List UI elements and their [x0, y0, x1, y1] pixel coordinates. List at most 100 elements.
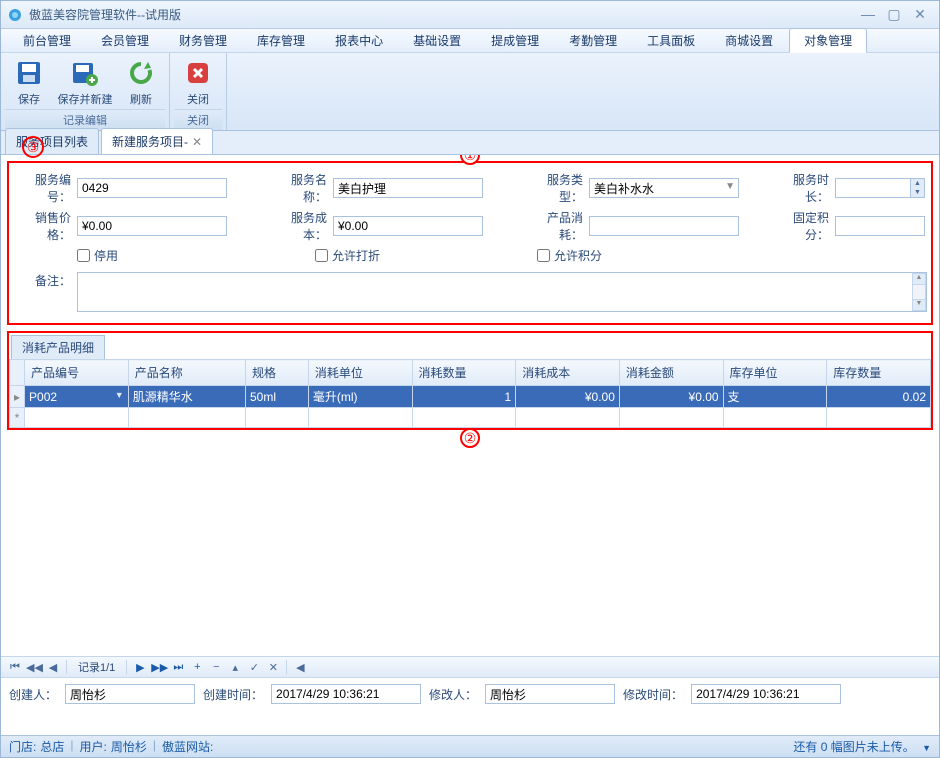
cell-consume-amount[interactable]: ¥0.00 [619, 386, 723, 408]
menu-member[interactable]: 会员管理 [87, 29, 163, 52]
ribbon-toolbar: 保存 保存并新建 刷新 记录编辑 关闭 关闭 [1, 53, 939, 131]
grid-new-row[interactable]: * [10, 408, 931, 428]
remarks-scrollbar[interactable]: ▲ ▼ [912, 273, 926, 311]
label-price: 销售价格： [13, 209, 71, 243]
creator-field[interactable] [65, 684, 195, 704]
col-consume-qty[interactable]: 消耗数量 [412, 360, 516, 386]
save-and-new-button[interactable]: 保存并新建 [55, 55, 115, 109]
duration-spinner[interactable]: ▲▼ [910, 179, 924, 197]
ribbon-group-edit-label: 记录编辑 [5, 109, 165, 130]
consume-input[interactable] [589, 216, 739, 236]
points-input[interactable] [835, 216, 925, 236]
record-meta-row: 创建人： 创建时间： 修改人： 修改时间： [1, 678, 939, 710]
close-window-button[interactable]: ✕ [907, 6, 933, 24]
menu-inventory[interactable]: 库存管理 [243, 29, 319, 52]
menu-tools[interactable]: 工具面板 [633, 29, 709, 52]
col-consume-cost[interactable]: 消耗成本 [516, 360, 620, 386]
menu-finance[interactable]: 财务管理 [165, 29, 241, 52]
cell-stock-unit[interactable]: 支 [723, 386, 827, 408]
cell-consume-unit[interactable]: 毫升(ml) [308, 386, 412, 408]
content-area: ① 服务编号： 服务名称： 服务类型： ▼ 服务时长： ▲▼ [1, 155, 939, 735]
nav-delete-button[interactable]: − [208, 661, 224, 673]
allow-points-checkbox[interactable] [537, 249, 550, 262]
ribbon-group-close-label: 关闭 [174, 109, 222, 130]
modified-time-field[interactable] [691, 684, 841, 704]
label-creator: 创建人： [9, 686, 57, 703]
col-spec[interactable]: 规格 [245, 360, 308, 386]
col-consume-unit[interactable]: 消耗单位 [308, 360, 412, 386]
tab-new-service[interactable]: 新建服务项目-✕ [101, 128, 213, 154]
cell-dropdown-icon[interactable]: ▼ [115, 390, 124, 400]
document-tabs: 服务项目列表 新建服务项目-✕ [1, 131, 939, 155]
col-product-code[interactable]: 产品编号 [25, 360, 129, 386]
label-modified-time: 修改时间： [623, 686, 683, 703]
col-stock-qty[interactable]: 库存数量 [827, 360, 931, 386]
record-position: 记录1/1 [72, 659, 121, 675]
remarks-textarea[interactable] [77, 272, 927, 312]
tab-close-icon[interactable]: ✕ [192, 135, 202, 149]
menu-mall[interactable]: 商城设置 [711, 29, 787, 52]
maximize-button[interactable]: ▢ [881, 6, 907, 24]
nav-scroll-left-button[interactable]: ◀ [292, 661, 308, 674]
nav-edit-button[interactable]: ▴ [227, 661, 243, 674]
app-logo-icon [7, 7, 23, 23]
menu-commission[interactable]: 提成管理 [477, 29, 553, 52]
label-created-time: 创建时间： [203, 686, 263, 703]
label-allow-points: 允许积分 [554, 247, 602, 264]
col-stock-unit[interactable]: 库存单位 [723, 360, 827, 386]
cell-product-name[interactable]: 肌源精华水 [128, 386, 245, 408]
grid-header-row: 产品编号 产品名称 规格 消耗单位 消耗数量 消耗成本 消耗金额 库存单位 库存… [10, 360, 931, 386]
tab-service-list[interactable]: 服务项目列表 [5, 128, 99, 154]
cell-consume-qty[interactable]: 1 [412, 386, 516, 408]
nav-prev-button[interactable]: ◀ [45, 661, 61, 674]
cell-stock-qty[interactable]: 0.02 [827, 386, 931, 408]
service-code-input[interactable] [77, 178, 227, 198]
save-icon [13, 57, 45, 89]
label-service-type: 服务类型： [525, 171, 583, 205]
allow-discount-checkbox[interactable] [315, 249, 328, 262]
col-product-name[interactable]: 产品名称 [128, 360, 245, 386]
nav-last-button[interactable]: ⏭ [170, 661, 186, 674]
label-cost: 服务成本： [269, 209, 327, 243]
nav-cancel-button[interactable]: ✕ [265, 661, 281, 674]
row-indicator-icon: ▸ [10, 386, 25, 408]
created-time-field[interactable] [271, 684, 421, 704]
cell-spec[interactable]: 50ml [245, 386, 308, 408]
nav-check-button[interactable]: ✓ [246, 661, 262, 674]
menu-object-mgmt[interactable]: 对象管理 [789, 28, 867, 53]
menu-front-desk[interactable]: 前台管理 [9, 29, 85, 52]
statusbar: 门店: 总店 | 用户: 周怡杉 | 傲蓝网站: 还有 0 幅图片未上传。 ▼ [1, 735, 939, 757]
label-service-name: 服务名称： [269, 171, 327, 205]
app-window: 傲蓝美容院管理软件--试用版 — ▢ ✕ 前台管理 会员管理 财务管理 库存管理… [0, 0, 940, 758]
nav-prev-page-button[interactable]: ◀◀ [26, 661, 42, 674]
nav-next-button[interactable]: ▶ [132, 661, 148, 674]
menu-basic-settings[interactable]: 基础设置 [399, 29, 475, 52]
service-type-select[interactable] [589, 178, 739, 198]
cost-input[interactable] [333, 216, 483, 236]
save-button[interactable]: 保存 [5, 55, 53, 109]
minimize-button[interactable]: — [855, 6, 881, 24]
close-icon [182, 57, 214, 89]
nav-add-button[interactable]: + [189, 661, 205, 673]
refresh-button[interactable]: 刷新 [117, 55, 165, 109]
cell-product-code[interactable]: P002 ▼ [25, 386, 129, 408]
close-button[interactable]: 关闭 [174, 55, 222, 109]
chevron-down-icon[interactable]: ▼ [922, 743, 931, 753]
service-name-input[interactable] [333, 178, 483, 198]
record-navigator: ⏮ ◀◀ ◀ 记录1/1 ▶ ▶▶ ⏭ + − ▴ ✓ ✕ ◀ [1, 656, 939, 678]
menu-attendance[interactable]: 考勤管理 [555, 29, 631, 52]
nav-next-page-button[interactable]: ▶▶ [151, 661, 167, 674]
disabled-checkbox[interactable] [77, 249, 90, 262]
nav-first-button[interactable]: ⏮ [7, 661, 23, 674]
cell-consume-cost[interactable]: ¥0.00 [516, 386, 620, 408]
grid-row-selected[interactable]: ▸ P002 ▼ 肌源精华水 50ml 毫升(ml) 1 ¥0.00 ¥0.00… [10, 386, 931, 408]
price-input[interactable] [77, 216, 227, 236]
label-allow-discount: 允许打折 [332, 247, 380, 264]
status-site-link[interactable]: 傲蓝网站: [162, 738, 213, 755]
modifier-field[interactable] [485, 684, 615, 704]
annotation-1: ① [460, 155, 480, 165]
col-consume-amount[interactable]: 消耗金额 [619, 360, 723, 386]
ribbon-group-edit: 保存 保存并新建 刷新 记录编辑 [1, 53, 170, 130]
menu-reports[interactable]: 报表中心 [321, 29, 397, 52]
detail-tab-consumption[interactable]: 消耗产品明细 [11, 335, 105, 359]
